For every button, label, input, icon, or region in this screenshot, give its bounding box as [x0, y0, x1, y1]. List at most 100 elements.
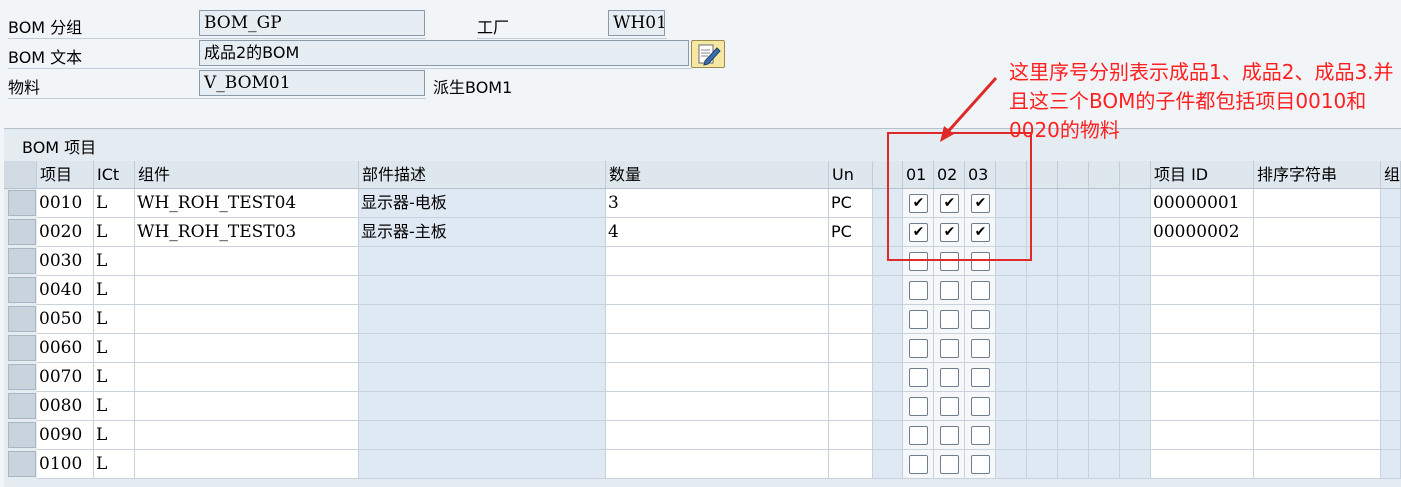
cell-item[interactable]: 0020 — [37, 218, 94, 247]
cell-sort[interactable] — [1254, 421, 1381, 450]
col-unit[interactable]: Un — [829, 161, 873, 188]
cell-sort[interactable] — [1254, 247, 1381, 276]
variant-checkbox[interactable] — [909, 310, 928, 329]
cell-item-id[interactable] — [1151, 421, 1254, 450]
cell-item[interactable]: 0060 — [37, 334, 94, 363]
cell-component[interactable] — [135, 334, 359, 363]
variant-checkbox[interactable] — [971, 339, 990, 358]
col-more[interactable]: 组 — [1381, 161, 1401, 188]
cell-component[interactable] — [135, 247, 359, 276]
cell-desc[interactable] — [359, 392, 606, 421]
variant-checkbox[interactable] — [971, 368, 990, 387]
cell-un[interactable] — [829, 276, 873, 305]
cell-desc[interactable] — [359, 450, 606, 479]
col-quantity[interactable]: 数量 — [606, 161, 829, 188]
cell-un[interactable] — [829, 392, 873, 421]
cell-sort[interactable] — [1254, 305, 1381, 334]
col-item[interactable]: 项目 — [37, 161, 94, 188]
plant-field[interactable]: WH01 — [608, 10, 665, 36]
cell-ict[interactable]: L — [94, 247, 135, 276]
cell-component[interactable] — [135, 363, 359, 392]
cell-item[interactable]: 0080 — [37, 392, 94, 421]
cell-component[interactable] — [135, 392, 359, 421]
cell-item-id[interactable] — [1151, 247, 1254, 276]
cell-desc[interactable] — [359, 247, 606, 276]
variant-checkbox[interactable] — [909, 368, 928, 387]
variant-checkbox[interactable] — [940, 455, 959, 474]
cell-un[interactable]: PC — [829, 218, 873, 247]
variant-checkbox[interactable] — [909, 455, 928, 474]
row-selector[interactable] — [8, 248, 36, 274]
cell-qty[interactable]: 4 — [606, 218, 829, 247]
cell-desc[interactable] — [359, 363, 606, 392]
col-ict[interactable]: ICt — [94, 161, 135, 188]
row-selector[interactable] — [8, 335, 36, 361]
cell-sort[interactable] — [1254, 334, 1381, 363]
cell-sort[interactable] — [1254, 189, 1381, 218]
col-variant-08[interactable] — [1120, 161, 1151, 188]
cell-un[interactable] — [829, 363, 873, 392]
col-description[interactable]: 部件描述 — [359, 161, 606, 188]
col-variant-07[interactable] — [1089, 161, 1120, 188]
variant-checkbox[interactable] — [909, 397, 928, 416]
variant-checkbox[interactable] — [971, 310, 990, 329]
cell-sort[interactable] — [1254, 392, 1381, 421]
cell-item-id[interactable] — [1151, 392, 1254, 421]
row-selector[interactable] — [8, 306, 36, 332]
cell-component[interactable] — [135, 276, 359, 305]
cell-ict[interactable]: L — [94, 305, 135, 334]
row-selector[interactable] — [8, 393, 36, 419]
cell-item-id[interactable] — [1151, 363, 1254, 392]
col-item-id[interactable]: 项目 ID — [1151, 161, 1254, 188]
cell-un[interactable] — [829, 421, 873, 450]
cell-un[interactable]: PC — [829, 189, 873, 218]
cell-desc[interactable] — [359, 421, 606, 450]
cell-ict[interactable]: L — [94, 334, 135, 363]
cell-qty[interactable] — [606, 305, 829, 334]
cell-qty[interactable] — [606, 334, 829, 363]
cell-desc[interactable] — [359, 334, 606, 363]
variant-checkbox[interactable] — [940, 339, 959, 358]
row-selector[interactable] — [8, 422, 36, 448]
variant-checkbox[interactable] — [940, 281, 959, 300]
cell-item[interactable]: 0070 — [37, 363, 94, 392]
variant-checkbox[interactable] — [940, 368, 959, 387]
cell-ict[interactable]: L — [94, 189, 135, 218]
cell-qty[interactable] — [606, 363, 829, 392]
cell-item[interactable]: 0030 — [37, 247, 94, 276]
cell-item[interactable]: 0010 — [37, 189, 94, 218]
cell-component[interactable]: WH_ROH_TEST03 — [135, 218, 359, 247]
variant-checkbox[interactable] — [909, 281, 928, 300]
cell-desc[interactable]: 显示器-主板 — [359, 218, 606, 247]
cell-item-id[interactable] — [1151, 450, 1254, 479]
cell-desc[interactable]: 显示器-电板 — [359, 189, 606, 218]
cell-un[interactable] — [829, 334, 873, 363]
cell-ict[interactable]: L — [94, 363, 135, 392]
cell-item[interactable]: 0090 — [37, 421, 94, 450]
variant-checkbox[interactable] — [971, 455, 990, 474]
cell-sort[interactable] — [1254, 218, 1381, 247]
cell-item-id[interactable]: 00000002 — [1151, 218, 1254, 247]
cell-qty[interactable] — [606, 276, 829, 305]
cell-component[interactable] — [135, 421, 359, 450]
cell-qty[interactable] — [606, 392, 829, 421]
cell-ict[interactable]: L — [94, 392, 135, 421]
cell-item-id[interactable] — [1151, 305, 1254, 334]
cell-component[interactable] — [135, 450, 359, 479]
bom-text-field[interactable]: 成品2的BOM — [199, 40, 689, 66]
cell-desc[interactable] — [359, 305, 606, 334]
variant-checkbox[interactable] — [940, 310, 959, 329]
cell-ict[interactable]: L — [94, 276, 135, 305]
cell-sort[interactable] — [1254, 363, 1381, 392]
material-field[interactable]: V_BOM01 — [199, 70, 425, 96]
variant-checkbox[interactable] — [940, 397, 959, 416]
col-variant-06[interactable] — [1058, 161, 1089, 188]
bom-group-field[interactable]: BOM_GP — [199, 10, 425, 36]
cell-qty[interactable] — [606, 247, 829, 276]
cell-item-id[interactable] — [1151, 276, 1254, 305]
cell-item[interactable]: 0050 — [37, 305, 94, 334]
cell-item-id[interactable]: 00000001 — [1151, 189, 1254, 218]
cell-component[interactable]: WH_ROH_TEST04 — [135, 189, 359, 218]
variant-checkbox[interactable] — [971, 397, 990, 416]
cell-qty[interactable] — [606, 421, 829, 450]
